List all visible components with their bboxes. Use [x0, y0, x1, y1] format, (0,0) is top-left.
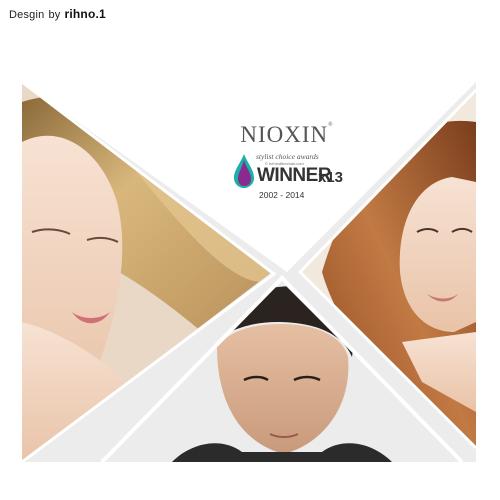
brand-logo-block: NIOXIN® stylist choice awards © behindth…	[227, 122, 347, 212]
brand-name: NIOXIN®	[227, 122, 347, 148]
ad-poster: NIOXIN® stylist choice awards © behindth…	[22, 82, 476, 462]
award-years: 2002 - 2014	[259, 190, 305, 200]
credit-prefix: Desgin	[9, 9, 45, 21]
credit-by: by	[48, 9, 61, 21]
award-drop-icon	[234, 154, 254, 193]
brand-text: NIOXIN	[240, 122, 329, 147]
designer-credit: Desgin by rihno.1	[9, 7, 106, 21]
credit-author: rihno.1	[64, 7, 106, 21]
brand-registered-mark: ®	[328, 122, 334, 128]
award-badge: stylist choice awards © behindthechair.c…	[227, 150, 347, 212]
award-count: x13	[318, 169, 344, 186]
award-subtitle: stylist choice awards	[256, 152, 319, 161]
